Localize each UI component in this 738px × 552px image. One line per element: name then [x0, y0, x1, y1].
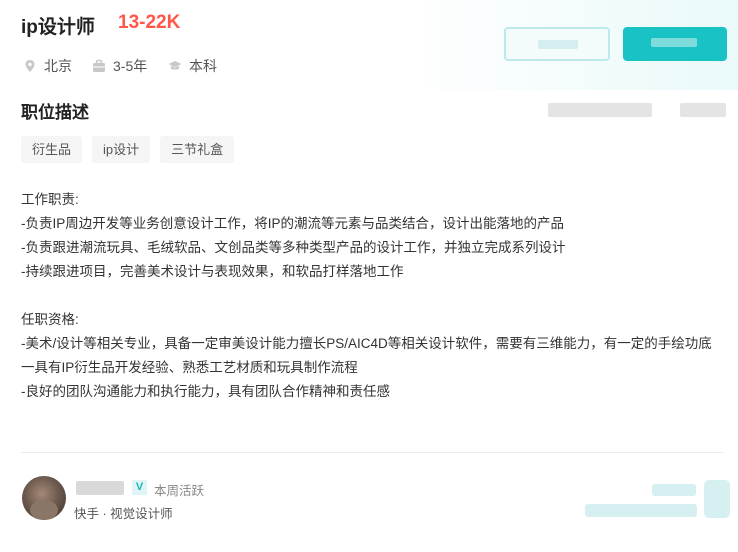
avatar[interactable]	[22, 476, 66, 520]
recruiter-name-blurred	[76, 481, 124, 495]
activity-status: 本周活跃	[154, 484, 205, 498]
briefcase-icon	[93, 59, 105, 72]
education-text: 本科	[189, 58, 217, 74]
description-line: -美术/设计等相关专业，具备一定审美设计能力擅长PS/AIC4D等相关设计软件，…	[21, 336, 712, 351]
description-line: -负责跟进潮流玩具、毛绒软品、文创品类等多种类型产品的设计工作，并独立完成系列设…	[21, 240, 566, 255]
blurred-contact-icon[interactable]	[704, 480, 730, 518]
location-text: 北京	[44, 58, 72, 74]
blurred-contact-info-2	[585, 504, 697, 517]
tag-item: 三节礼盒	[160, 136, 235, 163]
location-pin-icon	[25, 60, 35, 72]
salary: 13-22K	[118, 12, 181, 33]
description-line: -良好的团队沟通能力和执行能力，具有团队合作精神和责任感	[21, 384, 390, 399]
blurred-header-info	[548, 103, 652, 117]
divider	[21, 452, 724, 453]
recruiter-company-role: 快手 · 视觉设计师	[74, 507, 173, 521]
blurred-contact-info	[652, 484, 696, 496]
blurred-header-info-2	[680, 103, 726, 117]
tag-item: 衍生品	[21, 136, 83, 163]
job-description: 工作职责: -负责IP周边开发等业务创意设计工作，将IP的潮流等元素与品类结合，…	[21, 188, 721, 404]
graduation-cap-icon	[168, 61, 182, 70]
tag-list: 衍生品 ip设计 三节礼盒	[21, 136, 235, 163]
description-line: -负责IP周边开发等业务创意设计工作，将IP的潮流等元素与品类结合，设计出能落地…	[21, 216, 565, 231]
description-line: 任职资格:	[21, 312, 79, 327]
section-title: 职位描述	[21, 103, 89, 122]
description-line: -持续跟进项目，完善美术设计与表现效果，和软品打样落地工作	[21, 264, 404, 279]
experience-meta: 3-5年	[92, 56, 147, 76]
job-title: ip设计师	[21, 17, 95, 38]
tag-item: ip设计	[92, 136, 151, 163]
verified-badge-icon: V	[132, 480, 147, 495]
description-line: 一具有IP衍生品开发经验、熟悉工艺材质和玩具制作流程	[21, 360, 358, 375]
blurred-secondary-button[interactable]	[504, 27, 610, 61]
description-line: 工作职责:	[21, 192, 79, 207]
location-meta: 北京	[23, 56, 72, 76]
blurred-primary-button[interactable]	[623, 27, 727, 61]
experience-text: 3-5年	[113, 58, 148, 74]
education-meta: 本科	[168, 56, 217, 76]
